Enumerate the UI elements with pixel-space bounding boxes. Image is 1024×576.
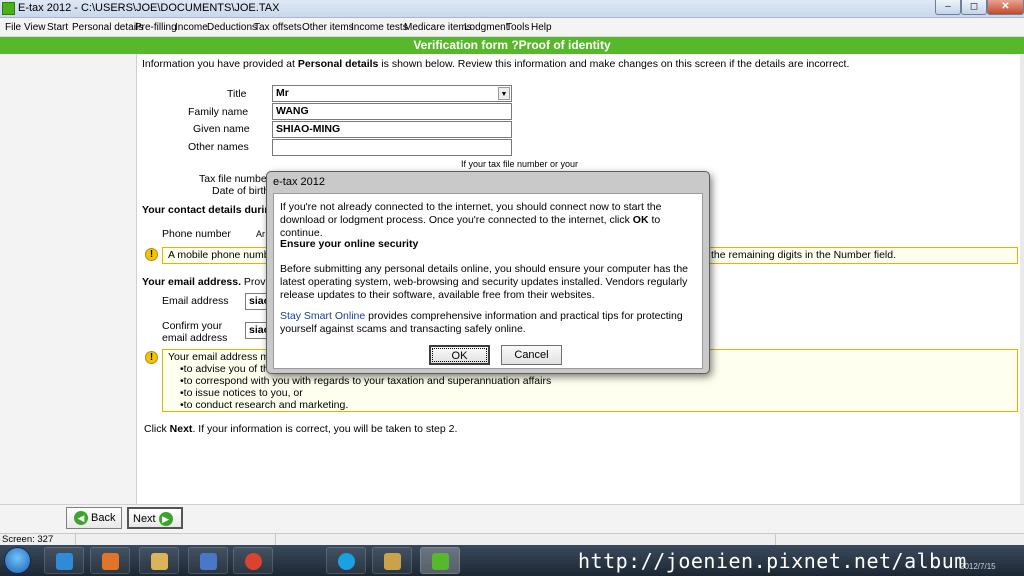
- family-name-field[interactable]: WANG: [272, 103, 512, 120]
- menu-personal-details[interactable]: Personal details: [72, 22, 143, 33]
- menu-pre-filling[interactable]: Pre-filling: [135, 22, 177, 33]
- intro-text: Information you have provided at Persona…: [142, 58, 850, 70]
- mobile-note-text-end: the remaining digits in the Number field…: [711, 249, 897, 261]
- dialog-body: If you're not already connected to the i…: [273, 193, 703, 369]
- menu-income[interactable]: Income: [175, 22, 208, 33]
- menu-deductions[interactable]: Deductions: [207, 22, 257, 33]
- title-select[interactable]: Mr ▼: [272, 85, 512, 102]
- email-use-item: •to issue notices to you, or: [180, 387, 303, 399]
- tfn-label: Tax file number: [199, 173, 271, 185]
- title-label: Title: [227, 88, 247, 100]
- contact-heading: Your contact details during: [142, 204, 278, 216]
- given-name-field[interactable]: SHIAO-MING: [272, 121, 512, 138]
- menu-income-tests[interactable]: Income tests: [351, 22, 408, 33]
- security-heading: Ensure your online security: [280, 238, 419, 250]
- watermark-text: http://joenien.pixnet.net/album: [578, 549, 967, 573]
- phone-area-label: Ar: [256, 229, 265, 239]
- menu-tools[interactable]: Tools: [506, 22, 529, 33]
- stay-smart-online-link[interactable]: Stay Smart Online: [280, 310, 365, 322]
- window-title: E-tax 2012 - C:\USERS\JOE\DOCUMENTS\JOE.…: [18, 2, 280, 14]
- dialog-paragraph-2: Before submitting any personal details o…: [280, 263, 688, 301]
- chrome-icon[interactable]: [233, 547, 273, 574]
- media-player-icon[interactable]: [90, 547, 130, 574]
- dialog-title: e-tax 2012: [273, 176, 325, 188]
- minimize-button[interactable]: –: [935, 0, 961, 15]
- other-names-label: Other names: [188, 141, 249, 153]
- status-bar: Screen: 327: [0, 533, 1024, 546]
- email-use-item: •to correspond with you with regards to …: [180, 375, 552, 387]
- confirm-email-label-2: email address: [162, 332, 228, 344]
- dob-label: Date of birth: [212, 185, 270, 197]
- menu-tax-offsets[interactable]: Tax offsets: [254, 22, 302, 33]
- dialog-paragraph-1: If you're not already connected to the i…: [280, 201, 662, 239]
- warning-icon: !: [145, 248, 158, 261]
- email-label: Email address: [162, 295, 229, 307]
- paint-icon[interactable]: [372, 547, 412, 574]
- photos-icon[interactable]: [188, 547, 228, 574]
- chevron-down-icon[interactable]: ▼: [498, 87, 510, 100]
- other-names-field[interactable]: [272, 139, 512, 156]
- ok-button[interactable]: OK: [429, 345, 490, 365]
- tfn-note: If your tax file number or your: [461, 159, 579, 169]
- menu-other-items[interactable]: Other items: [302, 22, 354, 33]
- app-icon: [2, 2, 15, 15]
- confirm-email-label-1: Confirm your: [162, 320, 223, 332]
- form-header: Verification form ?Proof of identity: [0, 37, 1024, 54]
- back-arrow-icon: ◀: [74, 511, 88, 526]
- left-panel: [0, 54, 137, 504]
- internet-explorer-icon[interactable]: [44, 547, 84, 574]
- menu-medicare-items[interactable]: Medicare items: [404, 22, 472, 33]
- menu-file[interactable]: File: [5, 22, 21, 33]
- skype-icon[interactable]: [326, 547, 366, 574]
- maximize-button[interactable]: ◻: [961, 0, 987, 15]
- cancel-button[interactable]: Cancel: [501, 345, 562, 365]
- given-name-label: Given name: [193, 123, 250, 135]
- menu-view[interactable]: View: [24, 22, 46, 33]
- instruction-text: Click Next. If your information is corre…: [144, 423, 458, 435]
- email-use-item: •to advise you of the: [180, 363, 275, 375]
- email-heading: Your email address. Providi: [142, 276, 277, 288]
- menu-start[interactable]: Start: [47, 22, 68, 33]
- next-button[interactable]: Next ▶: [127, 507, 183, 529]
- menu-bar: File View Start Personal details Pre-fil…: [0, 18, 1024, 37]
- dialog-paragraph-3: Stay Smart Online provides comprehensive…: [280, 310, 683, 335]
- family-name-label: Family name: [188, 106, 249, 118]
- menu-lodgment[interactable]: Lodgment: [464, 22, 508, 33]
- clock: 2012/7/15: [960, 562, 996, 571]
- next-arrow-icon: ▶: [158, 512, 173, 527]
- title-bar: E-tax 2012 - C:\USERS\JOE\DOCUMENTS\JOE.…: [0, 0, 1024, 18]
- e-tax-taskbar-icon[interactable]: [420, 547, 460, 574]
- mobile-note-text: A mobile phone numbe: [168, 249, 276, 261]
- menu-help[interactable]: Help: [531, 22, 552, 33]
- connect-dialog: e-tax 2012 If you're not already connect…: [266, 171, 710, 374]
- warning-icon: !: [145, 351, 158, 364]
- right-panel: [1020, 54, 1024, 504]
- close-button[interactable]: ✕: [987, 0, 1024, 15]
- back-button[interactable]: ◀ Back: [66, 507, 122, 529]
- file-explorer-icon[interactable]: [139, 547, 179, 574]
- start-button[interactable]: [4, 547, 31, 574]
- email-note-text: Your email address ma: [168, 351, 275, 363]
- email-use-item: •to conduct research and marketing.: [180, 399, 349, 411]
- phone-label: Phone number: [162, 228, 231, 240]
